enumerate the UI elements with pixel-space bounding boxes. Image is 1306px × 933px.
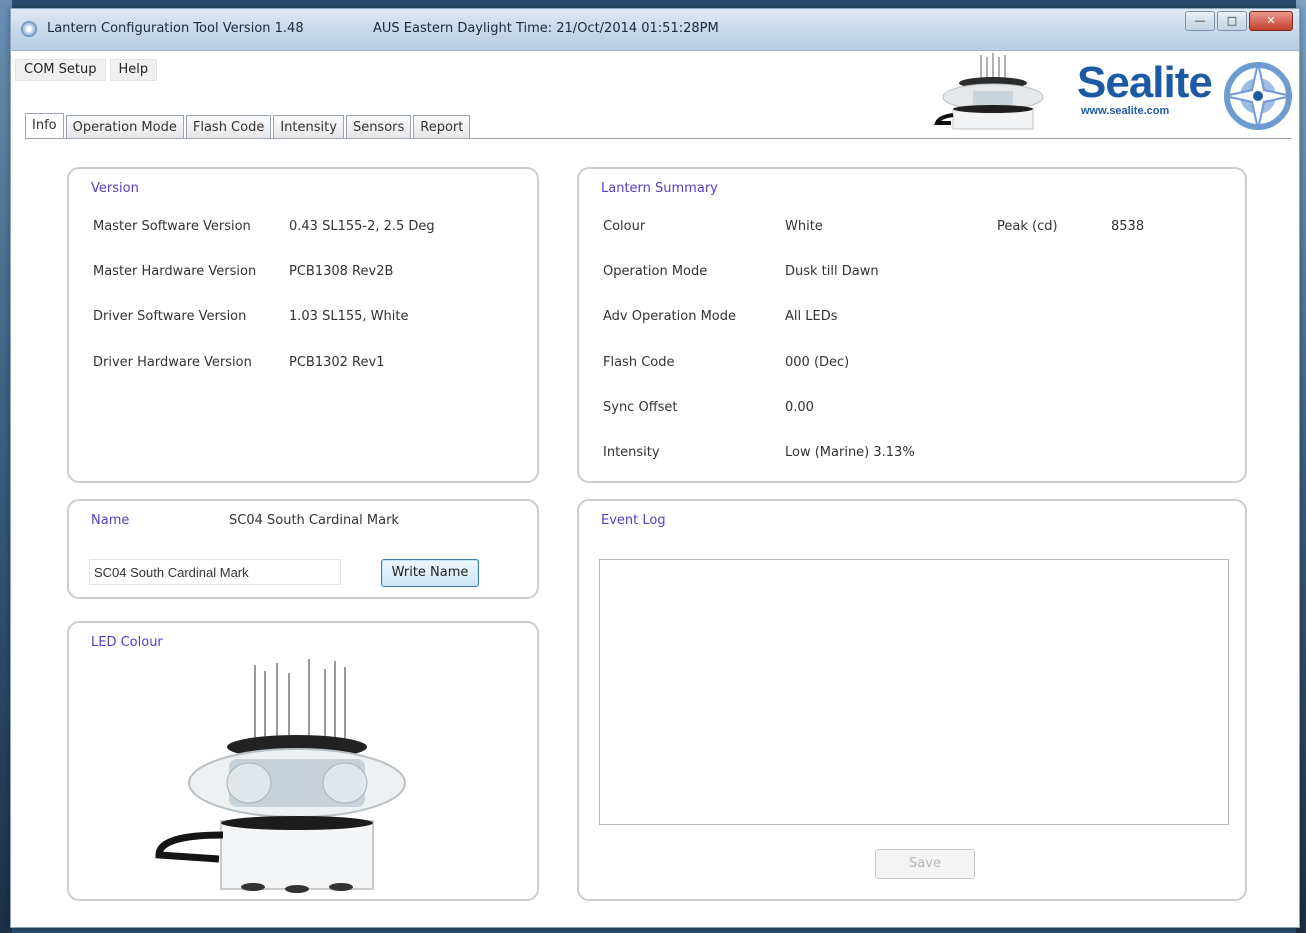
version-value: 0.43 SL155-2, 2.5 Deg (289, 219, 435, 234)
window-controls: — □ ✕ (1183, 11, 1293, 31)
save-button[interactable]: Save (875, 849, 975, 879)
minimize-button[interactable]: — (1185, 11, 1215, 31)
window-time-label: AUS Eastern Daylight Time: 21/Oct/2014 0… (373, 21, 719, 36)
title-bar: Lantern Configuration Tool Version 1.48 … (11, 9, 1299, 51)
compass-logo-icon (1224, 62, 1292, 130)
tab-flash-code[interactable]: Flash Code (185, 115, 272, 139)
tab-strip: Info Operation Mode Flash Code Intensity… (25, 113, 472, 139)
event-log-panel: Event Log Save (577, 499, 1247, 901)
tab-operation-mode[interactable]: Operation Mode (65, 115, 184, 139)
version-panel-title: Version (91, 181, 139, 196)
logo-brand: Sealite (1077, 58, 1213, 107)
tab-report[interactable]: Report (413, 115, 471, 139)
summary-value: All LEDs (785, 309, 838, 324)
version-label: Driver Software Version (93, 309, 247, 324)
led-colour-panel: LED Colour (67, 621, 539, 901)
summary-label: Colour (603, 219, 646, 234)
current-name-value: SC04 South Cardinal Mark (229, 513, 399, 528)
summary-panel-title: Lantern Summary (601, 181, 718, 196)
event-log-title: Event Log (601, 513, 666, 528)
window-title: Lantern Configuration Tool Version 1.48 (47, 21, 304, 36)
sealite-logo: Sealite www.sealite.com (1077, 58, 1213, 118)
close-button[interactable]: ✕ (1249, 11, 1293, 31)
version-value: PCB1302 Rev1 (289, 355, 385, 370)
app-icon (21, 21, 37, 37)
name-panel: Name SC04 South Cardinal Mark Write Name (67, 499, 539, 599)
name-input[interactable] (89, 559, 341, 585)
summary-value: White (785, 219, 823, 234)
tab-intensity[interactable]: Intensity (273, 115, 344, 139)
summary-label: Adv Operation Mode (603, 309, 736, 324)
menu-com-setup[interactable]: COM Setup (15, 59, 106, 81)
led-panel-title: LED Colour (91, 635, 163, 650)
summary-label: Operation Mode (603, 264, 708, 279)
lantern-thumbnail-image (934, 53, 1044, 130)
version-label: Master Software Version (93, 219, 251, 234)
write-name-button[interactable]: Write Name (381, 559, 479, 587)
summary-value: Dusk till Dawn (785, 264, 879, 279)
version-label: Driver Hardware Version (93, 355, 252, 370)
menu-bar: COM Setup Help (15, 59, 161, 81)
version-panel: Version Master Software Version 0.43 SL1… (67, 167, 539, 483)
summary-value: Low (Marine) 3.13% (785, 445, 915, 460)
event-log-list[interactable] (599, 559, 1229, 825)
lantern-led-image (155, 659, 406, 893)
menu-help[interactable]: Help (109, 59, 158, 81)
peak-value: 8538 (1111, 219, 1145, 234)
peak-label: Peak (cd) (997, 219, 1058, 234)
tab-divider (25, 138, 1291, 139)
tab-info[interactable]: Info (25, 113, 64, 139)
app-window: Lantern Configuration Tool Version 1.48 … (10, 8, 1300, 928)
summary-label: Intensity (603, 445, 660, 460)
summary-label: Flash Code (603, 355, 675, 370)
version-label: Master Hardware Version (93, 264, 257, 279)
maximize-button[interactable]: □ (1217, 11, 1247, 31)
summary-label: Sync Offset (603, 400, 678, 415)
summary-value: 0.00 (785, 400, 814, 415)
version-value: 1.03 SL155, White (289, 309, 409, 324)
tab-sensors[interactable]: Sensors (345, 115, 412, 139)
summary-value: 000 (Dec) (785, 355, 850, 370)
lantern-summary-panel: Lantern Summary Colour White Peak (cd) 8… (577, 167, 1247, 483)
name-panel-title: Name (91, 513, 130, 528)
version-value: PCB1308 Rev2B (289, 264, 394, 279)
